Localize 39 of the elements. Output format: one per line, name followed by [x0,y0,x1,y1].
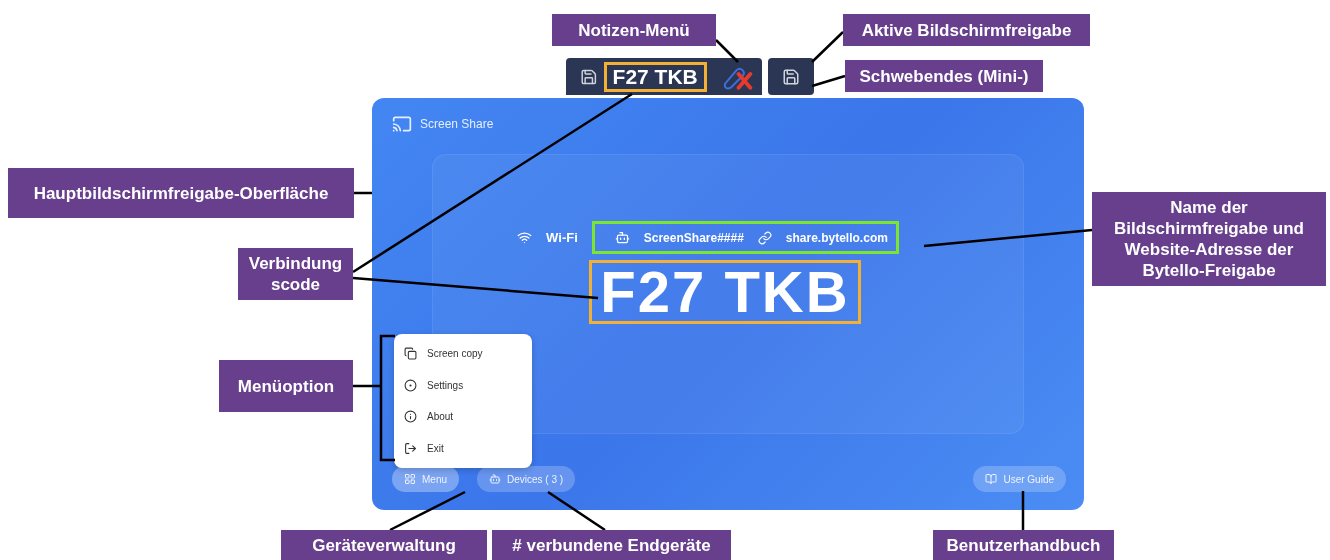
wifi-icon [517,230,533,245]
annotation-label: Name der Bildschirmfreigabe und Website-Adresse der Bytello-Freigabe [1092,192,1326,286]
connection-code: F27 TKB [612,64,698,89]
grid-icon [404,473,416,485]
website-address: share.bytello.com [785,230,888,245]
floating-toolbar[interactable] [768,58,814,95]
copy-icon [404,347,417,361]
leader-line [715,39,739,63]
robot-icon [489,473,501,485]
menu-item[interactable]: About [394,401,532,433]
app-title: Screen Share [420,117,494,131]
cast-icon [392,114,412,134]
exit-icon [404,441,417,455]
leader-line [811,74,846,88]
annotation-label: Benutzerhandbuch [933,530,1114,560]
annotation-label: Geräteverwaltung [281,530,487,560]
robot-icon [614,230,630,245]
target-icon [404,378,417,392]
menu-item[interactable]: Settings [394,369,532,401]
menu-item[interactable]: Exit [394,432,532,464]
leader-line [547,490,606,532]
share-name: ScreenShare#### [643,230,744,245]
annotation-label: Notizen-Menü [552,14,716,46]
book-icon [985,473,998,485]
annotation-label: # verbundene Endgeräte [492,530,731,560]
link-icon [757,230,772,245]
annotation-label: Aktive Bildschirmfreigabe [843,14,1090,46]
menu-item[interactable]: Screen copy [394,338,532,370]
connection-code: F27 TKB [600,263,850,321]
annotation-label: Menüoption [219,360,353,412]
save-icon[interactable] [782,67,800,86]
annotation-label: Schwebendes (Mini-) [845,60,1043,92]
annotation-label: Hauptbildschirmfreigabe-Oberfläche [8,168,354,218]
network-name: Wi-Fi [546,230,578,245]
annotation-label: Verbindung scode [238,248,353,300]
save-icon[interactable] [580,67,598,86]
leader-line [811,31,844,63]
leader-line [1021,491,1025,530]
info-icon [404,410,417,424]
